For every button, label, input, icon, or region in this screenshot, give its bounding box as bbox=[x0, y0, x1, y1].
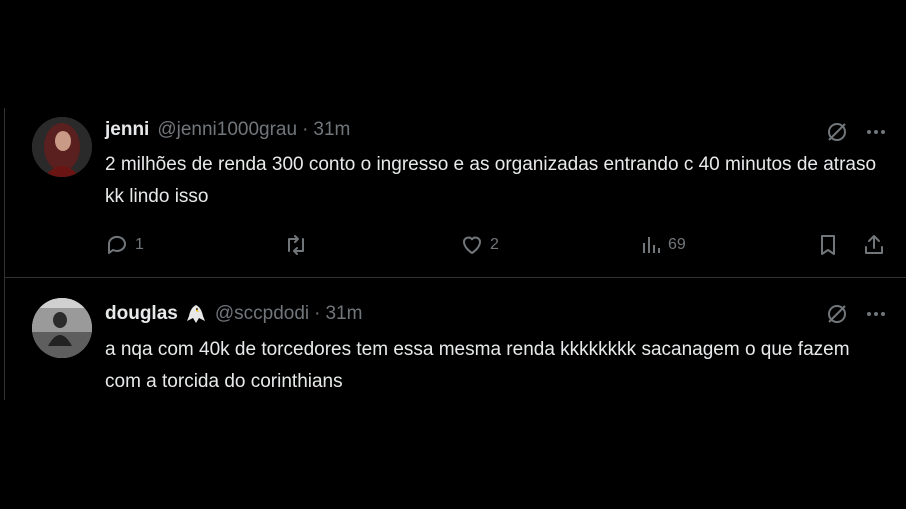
reply-count: 1 bbox=[135, 236, 144, 253]
tweet-text: a nqa com 40k de torcedores tem essa mes… bbox=[105, 339, 850, 392]
views-button[interactable]: 69 bbox=[640, 232, 686, 258]
separator-dot: · bbox=[302, 119, 309, 140]
grok-icon[interactable] bbox=[825, 302, 849, 326]
author-name[interactable]: jenni bbox=[105, 119, 149, 141]
author-handle[interactable]: @sccpdodi bbox=[215, 303, 309, 325]
heart-icon bbox=[460, 233, 484, 257]
bookmark-icon bbox=[817, 233, 839, 257]
grok-icon[interactable] bbox=[825, 120, 849, 144]
tweet-header: jenni @jenni1000grau · 31m bbox=[105, 116, 350, 144]
eagle-icon bbox=[185, 303, 207, 325]
view-count: 69 bbox=[668, 236, 686, 253]
separator-dot: · bbox=[314, 303, 321, 324]
avatar[interactable] bbox=[32, 117, 92, 177]
avatar[interactable] bbox=[32, 298, 92, 358]
analytics-icon bbox=[640, 233, 662, 257]
tweet-top-icons bbox=[825, 120, 887, 144]
more-options-icon[interactable] bbox=[865, 120, 887, 144]
author-handle[interactable]: @jenni1000grau bbox=[157, 119, 297, 141]
like-button[interactable]: 2 bbox=[460, 232, 499, 258]
share-button[interactable] bbox=[862, 232, 886, 258]
timestamp[interactable]: 31m bbox=[325, 303, 362, 325]
tweet-text: 2 milhões de renda 300 conto o ingresso … bbox=[105, 154, 877, 207]
retweet-icon bbox=[283, 233, 309, 257]
tweet-feed: jenni @jenni1000grau · 31m 2 milhões de … bbox=[4, 108, 906, 400]
reply-button[interactable]: 1 bbox=[105, 232, 144, 258]
tweet[interactable]: jenni @jenni1000grau · 31m 2 milhões de … bbox=[5, 108, 906, 278]
like-count: 2 bbox=[490, 236, 499, 253]
bookmark-button[interactable] bbox=[817, 232, 839, 258]
tweet-top-icons bbox=[825, 302, 887, 326]
timestamp[interactable]: 31m bbox=[313, 119, 350, 141]
reply-icon bbox=[105, 233, 129, 257]
more-options-icon[interactable] bbox=[865, 302, 887, 326]
author-name[interactable]: douglas bbox=[105, 303, 178, 325]
tweet-header: douglas @sccpdodi · 31m bbox=[105, 300, 362, 328]
tweet-actions: 1 2 69 bbox=[105, 232, 895, 258]
tweet[interactable]: douglas @sccpdodi · 31m a nqa com 40k de… bbox=[5, 278, 906, 400]
share-icon bbox=[862, 233, 886, 257]
retweet-button[interactable] bbox=[283, 232, 309, 258]
